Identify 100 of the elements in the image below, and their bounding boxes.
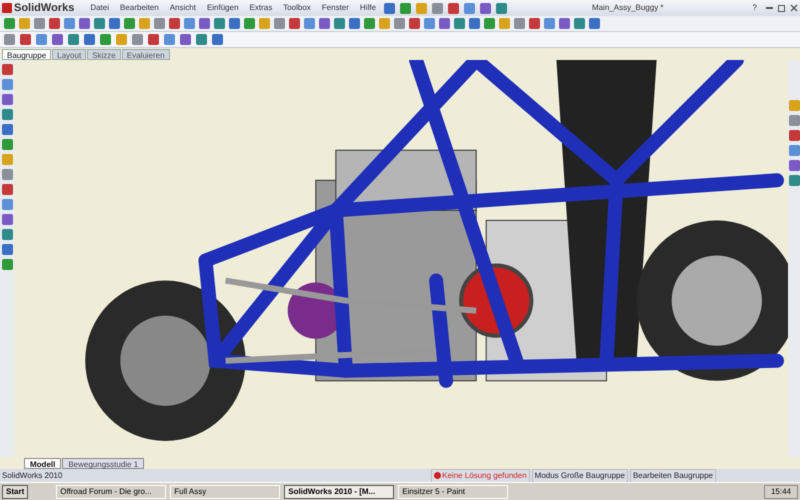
toolbar-icon[interactable]: [484, 18, 495, 29]
toolbar-icon[interactable]: [2, 109, 12, 120]
taskbar-button[interactable]: Einsitzer 5 - Paint: [398, 484, 508, 498]
toolbar-icon[interactable]: [334, 18, 345, 29]
toolbar-icon[interactable]: [124, 18, 135, 29]
view-tab[interactable]: Modell: [24, 458, 62, 469]
toolbar-icon[interactable]: [448, 2, 459, 14]
toolbar-icon[interactable]: [529, 18, 540, 29]
menu-item[interactable]: Fenster: [318, 2, 352, 14]
toolbar-icon[interactable]: [364, 18, 375, 29]
toolbar-icon[interactable]: [79, 18, 90, 29]
toolbar-icon[interactable]: [4, 34, 15, 45]
toolbar-icon[interactable]: [214, 18, 225, 29]
restore-icon[interactable]: [778, 4, 785, 12]
menu-item[interactable]: Extras: [246, 2, 276, 14]
toolbar-icon[interactable]: [400, 2, 411, 14]
toolbar-icon[interactable]: [788, 130, 800, 141]
logo-text: SolidWorks: [14, 0, 74, 16]
toolbar-icon[interactable]: [394, 18, 405, 29]
menu-item[interactable]: Datei: [87, 2, 112, 14]
toolbar-icon[interactable]: [100, 34, 111, 45]
menu-item[interactable]: Bearbeiten: [117, 2, 162, 14]
toolbar-icon[interactable]: [20, 34, 31, 45]
toolbar-icon[interactable]: [2, 124, 12, 135]
start-button[interactable]: Start: [2, 484, 28, 498]
toolbar-icon[interactable]: [199, 18, 210, 29]
view-tab[interactable]: Bewegungsstudie 1: [62, 458, 144, 469]
toolbar-icon[interactable]: [2, 79, 12, 90]
toolbar-icon[interactable]: [289, 18, 300, 29]
help-button[interactable]: ?: [748, 2, 761, 14]
toolbar-icon[interactable]: [454, 18, 465, 29]
command-tab[interactable]: Layout: [52, 49, 86, 60]
toolbar-icon[interactable]: [2, 94, 12, 105]
toolbar-icon[interactable]: [574, 18, 585, 29]
menu-item[interactable]: Toolbox: [280, 2, 314, 14]
command-tab[interactable]: Evaluieren: [122, 49, 170, 60]
toolbar-icon[interactable]: [439, 18, 450, 29]
toolbar-icon[interactable]: [788, 160, 800, 171]
toolbar-icon[interactable]: [464, 2, 475, 14]
toolbar-icon[interactable]: [180, 34, 191, 45]
toolbar-icon[interactable]: [544, 18, 555, 29]
toolbar-icon[interactable]: [184, 18, 195, 29]
toolbar-icon[interactable]: [788, 115, 800, 126]
taskbar-button[interactable]: Full Assy: [170, 484, 280, 498]
taskbar-button[interactable]: Offroad Forum - Die gro...: [56, 484, 166, 498]
toolbar-icon[interactable]: [589, 18, 600, 29]
command-tab[interactable]: Skizze: [87, 49, 121, 60]
toolbar-icon[interactable]: [432, 2, 443, 14]
toolbar-icon[interactable]: [274, 18, 285, 29]
toolbar-icon[interactable]: [94, 18, 105, 29]
toolbar-icon[interactable]: [469, 18, 480, 29]
toolbar-icon[interactable]: [514, 18, 525, 29]
toolbar-icon[interactable]: [2, 199, 12, 210]
toolbar-icon[interactable]: [36, 34, 47, 45]
toolbar-icon[interactable]: [2, 244, 12, 255]
toolbar-icon[interactable]: [349, 18, 360, 29]
menu-item[interactable]: Hilfe: [356, 2, 379, 14]
toolbar-icon[interactable]: [229, 18, 240, 29]
toolbar-icon[interactable]: [496, 2, 507, 14]
toolbar-icon[interactable]: [788, 145, 800, 156]
command-tab[interactable]: Baugruppe: [2, 49, 52, 60]
toolbar-icon[interactable]: [304, 18, 315, 29]
toolbar-icon[interactable]: [409, 18, 420, 29]
taskbar-button[interactable]: SolidWorks 2010 - [M...: [284, 484, 394, 498]
toolbar-icon[interactable]: [154, 18, 165, 29]
toolbar-icon[interactable]: [212, 34, 223, 45]
toolbar-icon[interactable]: [2, 229, 12, 240]
toolbar-icon[interactable]: [196, 34, 207, 45]
toolbar-icon[interactable]: [424, 18, 435, 29]
toolbar-icon[interactable]: [788, 175, 800, 186]
toolbar-icon[interactable]: [34, 18, 45, 29]
toolbar-icon[interactable]: [2, 139, 12, 150]
toolbar-icon[interactable]: [788, 100, 800, 111]
toolbar-icon[interactable]: [244, 18, 255, 29]
toolbar-icon[interactable]: [164, 34, 175, 45]
toolbar-icon[interactable]: [4, 18, 15, 29]
menu-item[interactable]: Einfügen: [204, 2, 242, 14]
toolbar-icon[interactable]: [148, 34, 159, 45]
toolbar-icon[interactable]: [2, 154, 12, 165]
toolbar-icon[interactable]: [2, 64, 12, 75]
toolbar-icon[interactable]: [2, 259, 12, 270]
toolbar-icon[interactable]: [132, 34, 143, 45]
toolbar-icon[interactable]: [2, 214, 12, 225]
toolbar-icon[interactable]: [109, 18, 120, 29]
toolbar-icon[interactable]: [68, 34, 79, 45]
toolbar-icon[interactable]: [319, 18, 330, 29]
toolbar-icon[interactable]: [169, 18, 180, 29]
close-icon[interactable]: [790, 4, 798, 12]
toolbar-icon[interactable]: [64, 18, 75, 29]
toolbar-icon[interactable]: [84, 34, 95, 45]
toolbar-icon[interactable]: [2, 184, 12, 195]
toolbar-icon[interactable]: [559, 18, 570, 29]
menu-item[interactable]: Ansicht: [166, 2, 199, 14]
toolbar-icon[interactable]: [49, 18, 60, 29]
clock: 15:44: [764, 484, 798, 498]
toolbar-icon[interactable]: [416, 2, 427, 14]
toolbar-icon[interactable]: [2, 169, 12, 180]
toolbar-icon[interactable]: [384, 2, 395, 14]
toolbar-icon[interactable]: [480, 2, 491, 14]
toolbar-icon[interactable]: [52, 34, 63, 45]
